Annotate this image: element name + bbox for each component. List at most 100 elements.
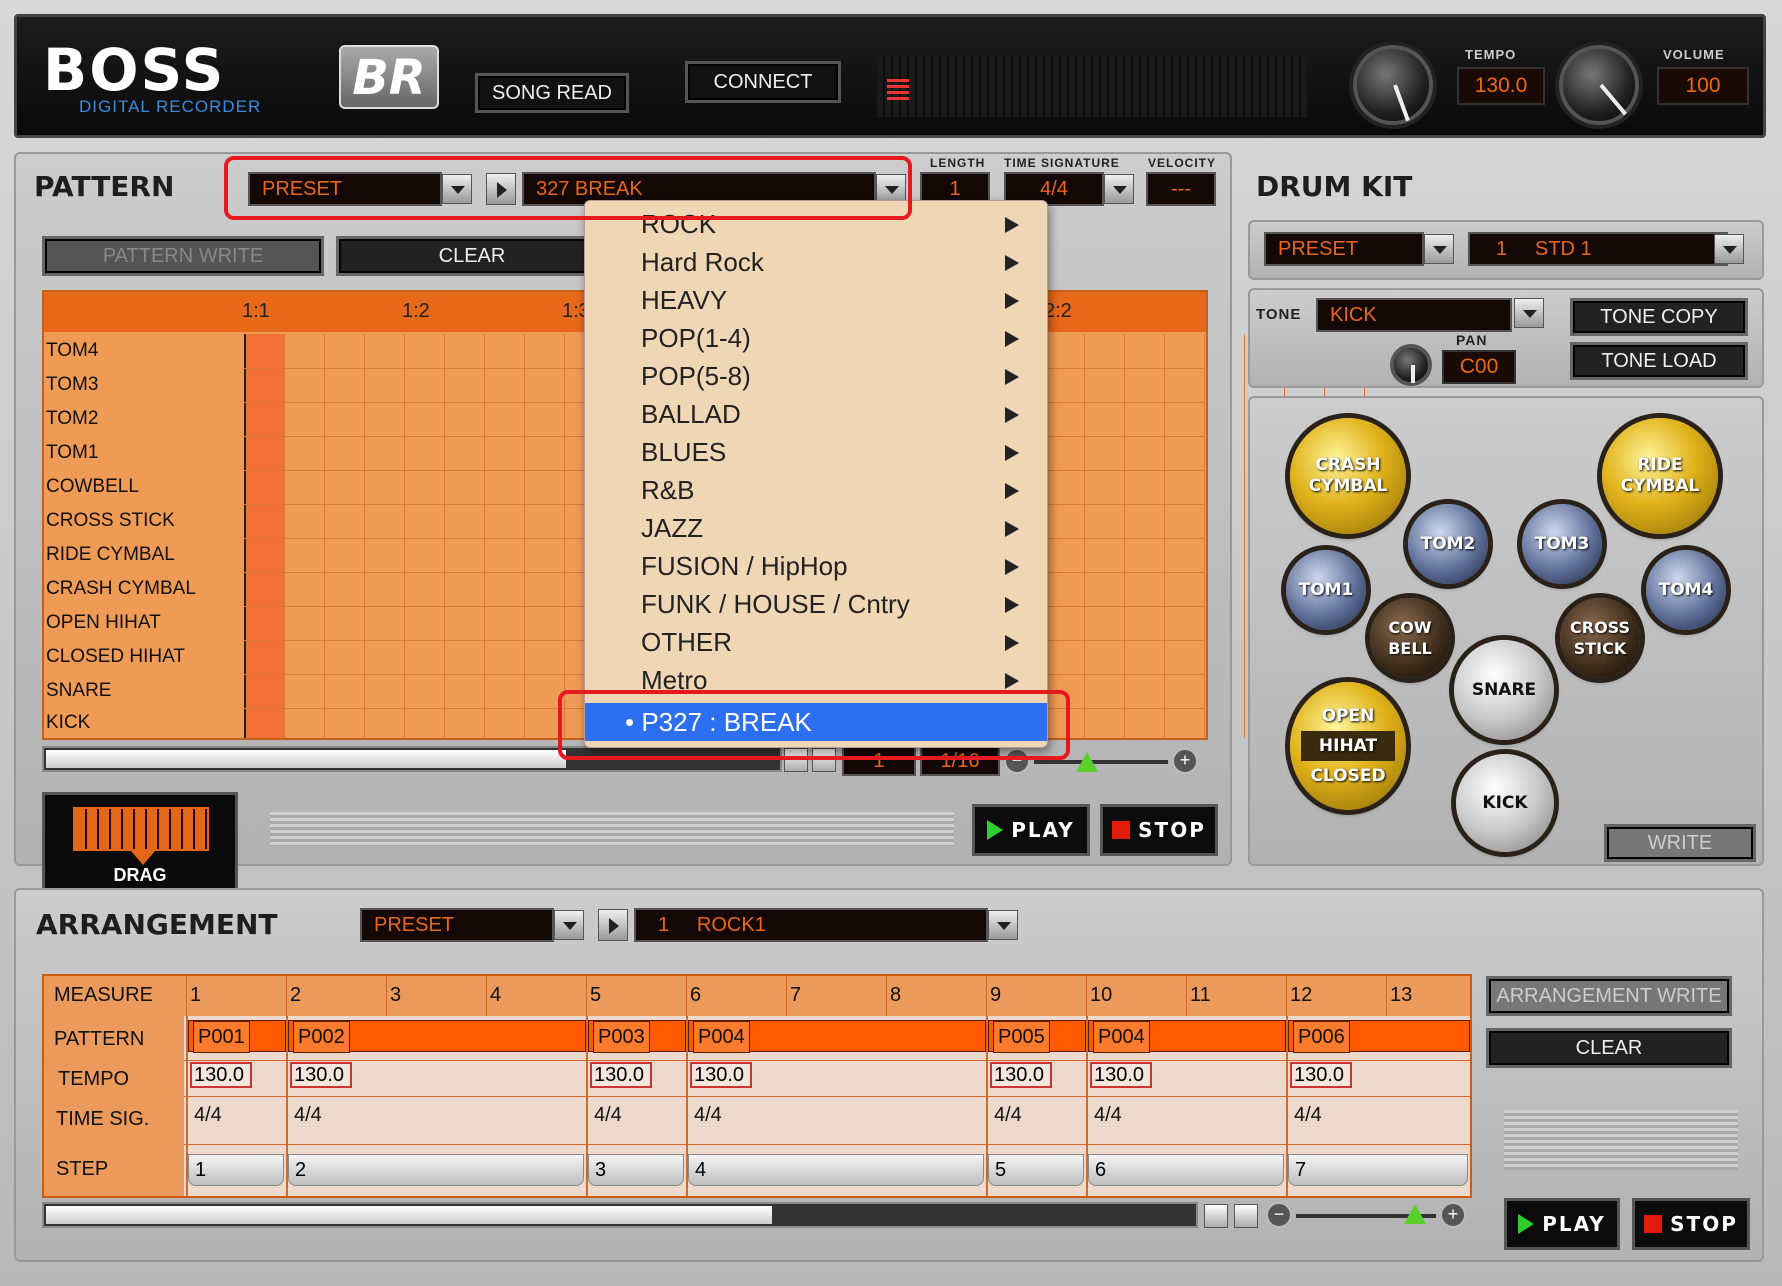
closed-hihat-label[interactable]: CLOSED — [1310, 761, 1385, 791]
pattern-play-button[interactable]: PLAY — [972, 804, 1090, 856]
drag-pattern-icon — [73, 807, 209, 851]
menu-item[interactable]: POP(1-4) — [641, 323, 751, 354]
cross-stick-pad[interactable]: CROSS STICK — [1560, 598, 1640, 678]
menu-item[interactable]: FUSION / HipHop — [641, 551, 848, 582]
pattern-cell[interactable]: P003 — [588, 1020, 686, 1053]
hihat-pad[interactable]: OPEN HIHAT CLOSED — [1290, 682, 1406, 810]
tempo-cell[interactable]: 130.0 — [1290, 1062, 1352, 1088]
arrangement-bank-select[interactable]: PRESET — [360, 908, 554, 942]
pattern-cell[interactable]: P001 — [188, 1020, 286, 1053]
kit-bank-select[interactable]: PRESET — [1264, 232, 1424, 266]
step-cell[interactable]: 7 — [1288, 1154, 1468, 1186]
tempo-cell[interactable]: 130.0 — [690, 1062, 752, 1088]
pattern-cell[interactable]: P006 — [1288, 1020, 1470, 1053]
decorative-grille — [1504, 1110, 1738, 1170]
row-label: CROSS STICK — [46, 510, 175, 531]
crash-cymbal-pad[interactable]: CRASH CYMBAL — [1290, 418, 1406, 534]
step-cell[interactable]: 6 — [1088, 1154, 1284, 1186]
kit-write-button[interactable]: WRITE — [1604, 824, 1756, 862]
tom3-pad[interactable]: TOM3 — [1522, 504, 1602, 584]
timesig-cell[interactable]: 4/4 — [594, 1104, 622, 1127]
step-cell[interactable]: 1 — [188, 1154, 284, 1186]
arrangement-preview-button[interactable] — [598, 909, 628, 941]
menu-item[interactable]: R&B — [641, 475, 694, 506]
ride-cymbal-pad[interactable]: RIDE CYMBAL — [1602, 418, 1718, 534]
step-cell[interactable]: 5 — [988, 1154, 1084, 1186]
pattern-write-button[interactable]: PATTERN WRITE — [42, 236, 324, 276]
velocity-value[interactable]: --- — [1146, 172, 1216, 206]
menu-item[interactable]: BALLAD — [641, 399, 741, 430]
menu-item[interactable]: FUNK / HOUSE / Cntry — [641, 589, 910, 620]
arr-zoom-in-icon[interactable]: + — [1440, 1202, 1466, 1228]
volume-knob[interactable] — [1559, 45, 1639, 125]
menu-item[interactable]: Hard Rock — [641, 247, 764, 278]
pattern-cell[interactable]: P002 — [288, 1020, 586, 1053]
open-hihat-label[interactable]: OPEN — [1322, 701, 1375, 731]
arrangement-stop-button[interactable]: STOP — [1632, 1198, 1750, 1250]
arrangement-play-button[interactable]: PLAY — [1504, 1198, 1620, 1250]
time-signature-dropdown[interactable] — [1104, 174, 1134, 204]
menu-item[interactable]: POP(5-8) — [641, 361, 751, 392]
arr-zoom-slider-thumb[interactable] — [1404, 1204, 1426, 1224]
kit-name-dropdown[interactable] — [1714, 234, 1744, 264]
pattern-stop-button[interactable]: STOP — [1100, 804, 1218, 856]
tempo-cell[interactable]: 130.0 — [590, 1062, 652, 1088]
tone-dropdown[interactable] — [1514, 298, 1544, 328]
connect-button[interactable]: CONNECT — [685, 61, 841, 103]
tempo-cell[interactable]: 130.0 — [990, 1062, 1052, 1088]
kick-pad[interactable]: KICK — [1456, 754, 1554, 852]
tone-load-button[interactable]: TONE LOAD — [1570, 342, 1748, 380]
pattern-clear-button[interactable]: CLEAR — [336, 236, 608, 276]
snare-pad[interactable]: SNARE — [1454, 640, 1554, 740]
step-cell[interactable]: 4 — [688, 1154, 984, 1186]
pattern-cell[interactable]: P005 — [988, 1020, 1086, 1053]
tone-copy-button[interactable]: TONE COPY — [1570, 298, 1748, 336]
tempo-cell[interactable]: 130.0 — [290, 1062, 352, 1088]
arr-scroll-left-button[interactable] — [1204, 1204, 1228, 1228]
tempo-cell[interactable]: 130.0 — [190, 1062, 252, 1088]
arrangement-bank-dropdown[interactable] — [554, 910, 584, 940]
tom2-pad[interactable]: TOM2 — [1408, 504, 1488, 584]
menu-item[interactable]: JAZZ — [641, 513, 703, 544]
arrangement-write-button[interactable]: ARRANGEMENT WRITE — [1486, 976, 1732, 1016]
kit-bank-dropdown[interactable] — [1424, 234, 1454, 264]
step-cell[interactable]: 3 — [588, 1154, 684, 1186]
tempo-knob[interactable] — [1353, 45, 1433, 125]
measure-number: 11 — [1190, 984, 1211, 1006]
pan-knob[interactable] — [1390, 344, 1432, 386]
menu-item[interactable]: OTHER — [641, 627, 732, 658]
timesig-cell[interactable]: 4/4 — [194, 1104, 222, 1127]
zoom-slider-thumb[interactable] — [1076, 752, 1098, 772]
timesig-cell[interactable]: 4/4 — [294, 1104, 322, 1127]
arrangement-clear-button[interactable]: CLEAR — [1486, 1028, 1732, 1068]
zoom-slider-track[interactable] — [1034, 760, 1168, 764]
menu-item[interactable]: BLUES — [641, 437, 726, 468]
tom1-pad[interactable]: TOM1 — [1286, 550, 1366, 630]
tone-select[interactable]: KICK — [1316, 298, 1512, 332]
tempo-cell[interactable]: 130.0 — [1090, 1062, 1152, 1088]
step-divider — [186, 1016, 188, 1196]
kit-name-select[interactable]: 1 STD 1 — [1468, 232, 1728, 266]
timesig-cell[interactable]: 4/4 — [1294, 1104, 1322, 1127]
timesig-cell[interactable]: 4/4 — [994, 1104, 1022, 1127]
zoom-in-icon[interactable]: + — [1172, 748, 1198, 774]
arr-zoom-out-icon[interactable]: − — [1266, 1202, 1292, 1228]
menu-item[interactable]: HEAVY — [641, 285, 727, 316]
step-cell[interactable]: 2 — [288, 1154, 584, 1186]
row-label: TOM2 — [46, 408, 99, 429]
drag-button[interactable]: DRAG — [42, 792, 238, 892]
arr-scroll-right-button[interactable] — [1234, 1204, 1258, 1228]
pattern-category-menu[interactable]: • P327 : BREAK ROCK Hard Rock HEAVY POP(1-4… — [584, 200, 1048, 748]
arrangement-table[interactable]: MEASURE PATTERN TEMPO TIME SIG. STEP 123… — [42, 974, 1472, 1198]
row-label: TOM3 — [46, 374, 99, 395]
song-select[interactable]: 1 ROCK1 — [634, 908, 988, 942]
timesig-cell[interactable]: 4/4 — [1094, 1104, 1122, 1127]
tom4-pad[interactable]: TOM4 — [1646, 550, 1726, 630]
song-dropdown[interactable] — [988, 910, 1018, 940]
cowbell-pad[interactable]: COW BELL — [1370, 598, 1450, 678]
pattern-cell[interactable]: P004 — [1088, 1020, 1286, 1053]
arrangement-hscroll[interactable] — [42, 1202, 1198, 1228]
song-read-button[interactable]: SONG READ — [475, 73, 629, 113]
timesig-cell[interactable]: 4/4 — [694, 1104, 722, 1127]
pattern-cell[interactable]: P004 — [688, 1020, 986, 1053]
